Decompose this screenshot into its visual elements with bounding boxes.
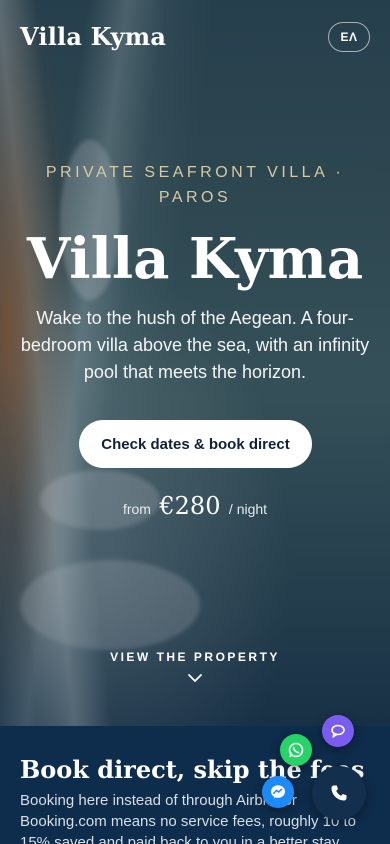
brand-logo[interactable]: Villa Kyma <box>20 22 166 51</box>
chat-button[interactable] <box>322 715 354 747</box>
price-from-label: from <box>122 501 151 517</box>
hero-title: Villa Kyma <box>26 226 364 292</box>
section-title: Book direct, skip the fees <box>20 755 365 784</box>
price-line: from €280 / night <box>0 492 390 520</box>
language-toggle-button[interactable]: ΕΛ <box>328 22 370 52</box>
chevron-down-icon[interactable] <box>187 671 203 685</box>
messenger-button[interactable] <box>262 776 294 808</box>
messenger-icon <box>271 785 285 799</box>
hero-subtitle: Wake to the hush of the Aegean. A four-b… <box>20 308 370 382</box>
price-amount: €280 <box>159 492 221 520</box>
book-direct-button[interactable]: Check dates & book direct <box>79 420 312 468</box>
chat-bubble-icon <box>331 724 345 738</box>
call-button[interactable] <box>312 766 366 820</box>
price-unit: / night <box>228 501 268 517</box>
view-property-link[interactable]: VIEW THE PROPERTY <box>0 650 390 664</box>
phone-icon <box>331 785 347 801</box>
whatsapp-icon <box>288 742 304 758</box>
hero-eyebrow: PRIVATE SEAFRONT VILLA · PAROS <box>45 164 345 206</box>
whatsapp-button[interactable] <box>280 734 312 766</box>
